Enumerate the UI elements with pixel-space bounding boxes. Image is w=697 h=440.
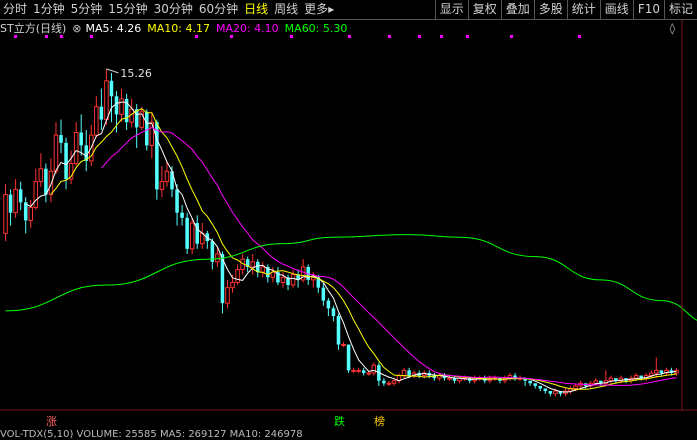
- candle-up: [290, 274, 296, 286]
- candle-down: [321, 287, 326, 301]
- candle-up: [215, 253, 220, 263]
- candle-down: [538, 385, 543, 389]
- candle-down: [185, 217, 189, 249]
- candle-down: [543, 388, 548, 392]
- candle-up: [164, 170, 170, 183]
- event-marker: [418, 35, 421, 38]
- ma20-line: [101, 126, 677, 386]
- candle-up: [38, 168, 44, 183]
- candle-up: [391, 380, 397, 384]
- marker-bang: 榜: [374, 415, 385, 428]
- candle-up: [250, 261, 255, 268]
- candle-down: [331, 308, 336, 317]
- event-marker: [230, 35, 233, 38]
- candle-down: [336, 316, 341, 345]
- candle-down: [109, 80, 114, 97]
- candle-up: [280, 276, 286, 283]
- candle-up: [447, 377, 452, 380]
- candle-up: [553, 390, 558, 395]
- candle-down: [361, 370, 366, 373]
- candle-down: [145, 111, 149, 146]
- event-marker: [348, 35, 351, 38]
- candle-up: [189, 222, 195, 250]
- marker-die: 跌: [334, 415, 345, 428]
- candle-down: [407, 370, 411, 376]
- volume-indicator-line: VOL-TDX(5,10) VOLUME: 25585 MA5: 269127 …: [0, 429, 303, 440]
- candle-up: [341, 344, 346, 347]
- candle-down: [64, 142, 68, 180]
- event-marker: [510, 35, 513, 38]
- marker-zhang: 涨: [46, 415, 57, 428]
- candle-up: [654, 369, 659, 374]
- candle-up: [573, 385, 578, 389]
- candle-up: [366, 372, 372, 375]
- candle-up: [235, 269, 240, 283]
- candle-up: [119, 98, 124, 115]
- candle-down: [548, 391, 553, 394]
- event-marker: [440, 35, 443, 38]
- candle-down: [346, 344, 351, 371]
- candle-up: [633, 375, 639, 379]
- candle-down: [175, 189, 179, 213]
- candle-up: [401, 369, 407, 377]
- candle-up: [386, 382, 392, 385]
- candle-up: [593, 380, 599, 384]
- candle-up: [73, 132, 79, 165]
- candle-down: [155, 122, 159, 190]
- candle-up: [351, 369, 356, 372]
- candle-up: [371, 364, 377, 374]
- candle-down: [44, 168, 48, 195]
- candle-up: [356, 369, 361, 372]
- candle-down: [18, 189, 23, 203]
- event-marker: [90, 35, 93, 38]
- candle-down: [659, 370, 664, 373]
- candle-down: [180, 212, 184, 218]
- candle-down: [79, 132, 83, 146]
- high-pointer: [106, 68, 119, 74]
- candle-down: [326, 300, 331, 309]
- kline-chart[interactable]: 15.26: [0, 0, 697, 436]
- candle-up: [53, 134, 59, 172]
- candle-up: [225, 287, 230, 304]
- candle-up: [3, 194, 8, 234]
- event-marker: [195, 35, 198, 38]
- event-marker: [45, 35, 48, 38]
- event-marker: [60, 35, 63, 38]
- candle-down: [99, 106, 104, 120]
- candle-up: [260, 266, 266, 273]
- candle-down: [114, 96, 119, 115]
- high-price-label: 15.26: [120, 67, 152, 80]
- candle-down: [528, 380, 532, 384]
- event-marker: [290, 35, 293, 38]
- candle-up: [608, 377, 614, 382]
- candle-up: [159, 181, 165, 190]
- candle-down: [382, 380, 386, 384]
- event-marker: [14, 35, 17, 38]
- event-marker: [388, 35, 391, 38]
- candle-up: [104, 80, 109, 121]
- event-marker: [578, 35, 581, 38]
- candle-up: [33, 181, 39, 208]
- candle-up: [48, 170, 54, 196]
- candle-up: [13, 188, 18, 214]
- ma10-line: [50, 108, 677, 390]
- candle-up: [94, 106, 99, 136]
- ma60-line: [5, 234, 697, 321]
- candle-down: [533, 383, 537, 386]
- candle-down: [59, 135, 63, 143]
- candle-down: [8, 194, 13, 213]
- candle-up: [648, 372, 654, 377]
- event-marker: [466, 35, 469, 38]
- candle-up: [230, 281, 235, 289]
- candle-up: [28, 206, 34, 221]
